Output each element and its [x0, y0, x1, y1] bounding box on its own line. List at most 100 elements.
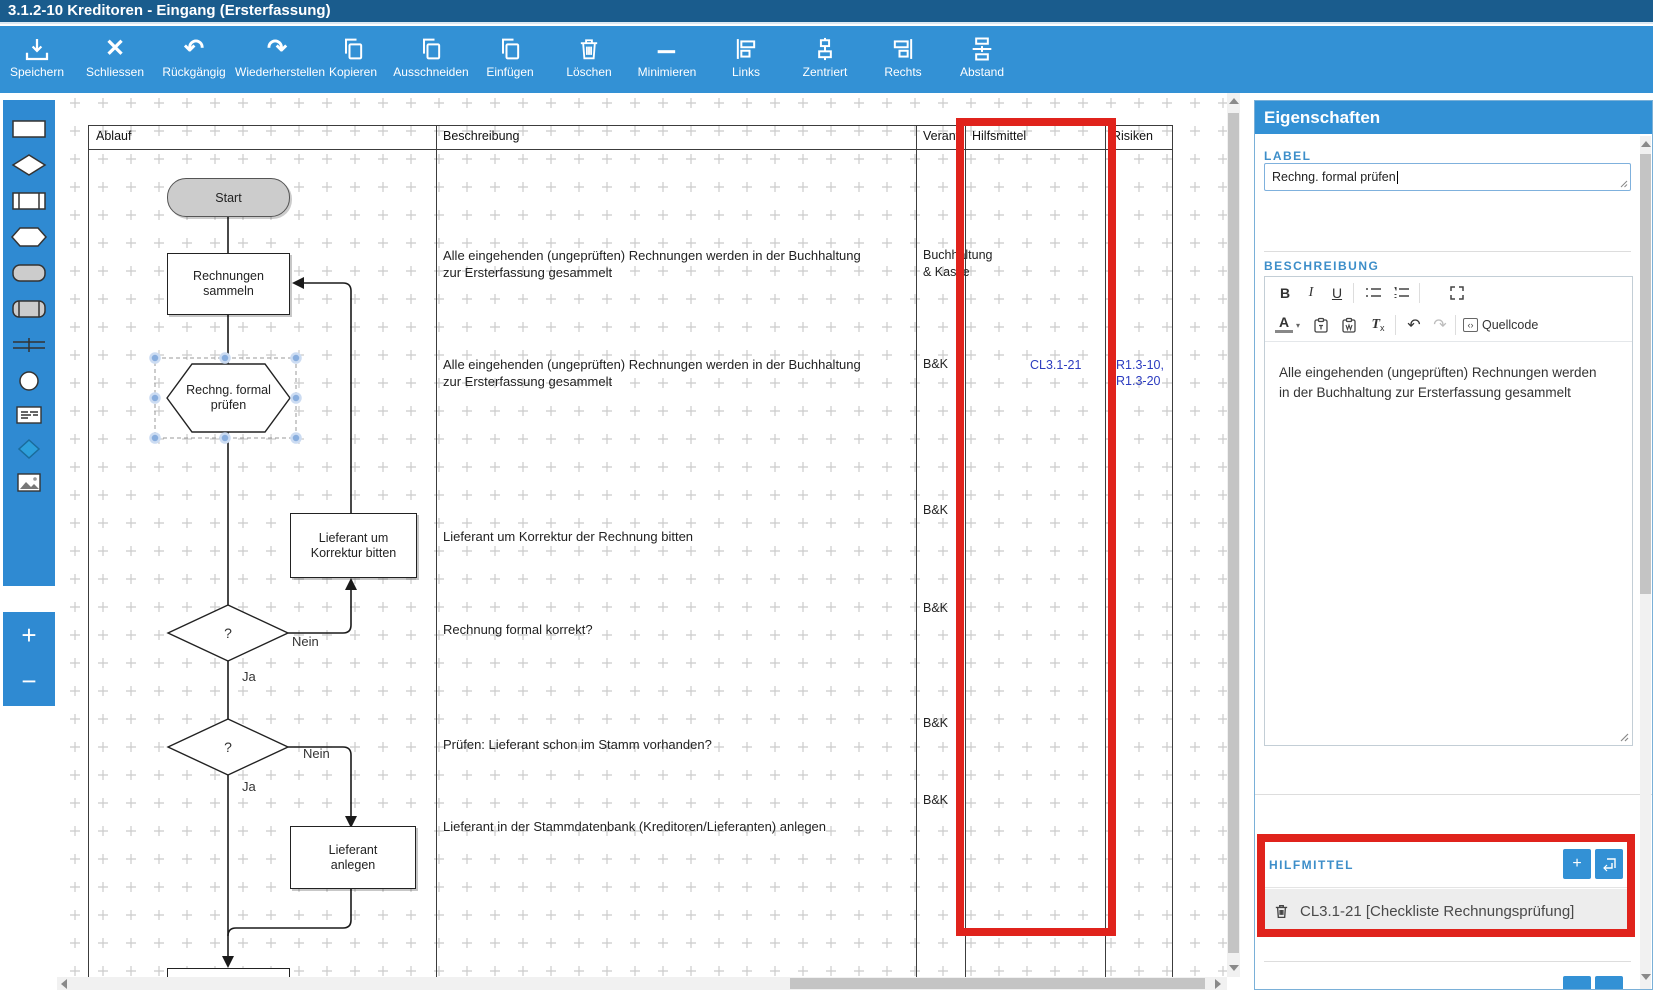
decision-1[interactable]: ? [166, 604, 290, 662]
diamond-shape-icon[interactable] [9, 152, 49, 178]
label-section-heading: LABEL [1264, 149, 1312, 163]
row3-verant: B&K [923, 503, 949, 517]
align-left-button[interactable]: Links [704, 32, 788, 90]
diagram-canvas[interactable]: Ablauf Beschreibung Verant. Hilfsmittel … [57, 93, 1227, 977]
minimize-icon [625, 32, 709, 66]
paste-icon [468, 32, 552, 66]
panel-scroll-thumb[interactable] [1640, 154, 1651, 594]
close-icon: ✕ [104, 35, 126, 62]
app-window: 3.1.2-10 Kreditoren - Eingang (Ersterfas… [0, 0, 1653, 990]
underline-button[interactable]: U [1327, 282, 1347, 304]
cut-icon [389, 32, 473, 66]
editor-redo-icon[interactable]: ↷ [1429, 314, 1451, 336]
save-button[interactable]: Speichern [0, 32, 79, 90]
edge-label-nein-2: Nein [303, 746, 330, 761]
create-supplier-node[interactable]: Lieferant anlegen [290, 826, 416, 889]
italic-button[interactable]: I [1301, 282, 1321, 304]
start-node[interactable]: Start [167, 178, 290, 217]
scroll-left-arrow[interactable] [61, 978, 67, 989]
circle-shape-icon[interactable] [9, 368, 49, 394]
paste-button[interactable]: Einfügen [468, 32, 552, 90]
row5-verant: B&K [923, 716, 949, 730]
small-diamond-shape-icon[interactable] [9, 436, 49, 462]
text-color-button[interactable]: A [1275, 314, 1293, 333]
editor-resize-grip[interactable] [1618, 731, 1629, 742]
align-left-icon [704, 32, 788, 66]
row4-beschreibung: Rechnung formal korrekt? [443, 622, 593, 637]
row6-beschreibung: Lieferant in der Stammdatenbank (Kredito… [443, 819, 827, 834]
paste-word-icon[interactable] [1337, 314, 1361, 336]
undo-button[interactable]: ↶ Rückgängig [152, 32, 236, 90]
align-right-icon [861, 32, 945, 66]
close-button[interactable]: ✕ Schliessen [73, 32, 157, 90]
scroll-down-arrow[interactable] [1228, 965, 1239, 971]
quellcode-button[interactable]: ‹› Quellcode [1463, 314, 1593, 336]
bold-button[interactable]: B [1275, 282, 1295, 304]
rounded-process-shape-icon[interactable] [9, 296, 49, 322]
editor-undo-icon[interactable]: ↶ [1403, 314, 1425, 336]
save-icon [0, 32, 79, 66]
beschreibung-section-heading: BESCHREIBUNG [1264, 259, 1380, 273]
hilfsmittel-column-annotation [956, 118, 1116, 936]
copy-button[interactable]: Kopieren [311, 32, 395, 90]
ask-correction-node[interactable]: Lieferant um Korrektur bitten [290, 513, 417, 578]
toolbar-separator [1353, 283, 1354, 303]
zoom-out-button[interactable]: − [3, 662, 55, 702]
canvas-horizontal-scrollbar[interactable] [57, 977, 1227, 990]
image-shape-icon[interactable] [9, 470, 49, 496]
align-center-button[interactable]: Zentriert [783, 32, 867, 90]
row2-risiken-links[interactable]: R1.3-10, R1.3-20 [1116, 357, 1164, 389]
decision-2[interactable]: ? [166, 718, 290, 776]
panel-scrollbar[interactable] [1640, 136, 1651, 989]
toolbar-separator [1419, 283, 1420, 303]
properties-panel-header: Eigenschaften [1255, 101, 1652, 134]
zoom-in-button[interactable]: + [3, 616, 55, 656]
predefined-process-shape-icon[interactable] [9, 188, 49, 214]
text-color-caret[interactable]: ▾ [1293, 314, 1303, 336]
row2-beschreibung: Alle eingehenden (ungeprüften) Rechnunge… [443, 357, 861, 389]
canvas-vertical-scrollbar[interactable] [1227, 93, 1240, 977]
canvas-zoom-controls: + − [3, 612, 55, 706]
paste-text-icon[interactable] [1309, 314, 1333, 336]
next-section-add-button[interactable] [1563, 976, 1591, 989]
collect-invoices-node[interactable]: Rechnungen sammeln [167, 253, 290, 315]
maximize-icon[interactable] [1445, 282, 1469, 304]
cut-button[interactable]: Ausschneiden [389, 32, 473, 90]
input-resize-grip[interactable] [1618, 178, 1628, 188]
vertical-scroll-thumb[interactable] [1228, 113, 1239, 953]
row5-beschreibung: Prüfen: Lieferant schon im Stamm vorhand… [443, 737, 712, 752]
text-caret [1396, 171, 1398, 185]
redo-icon: ↷ [266, 35, 288, 62]
panel-scroll-up-arrow[interactable] [1640, 141, 1651, 147]
minimize-button[interactable]: Minimieren [625, 32, 709, 90]
spacing-icon [940, 32, 1024, 66]
double-line-shape-icon[interactable] [9, 332, 49, 358]
next-node-partial[interactable] [167, 968, 290, 977]
toolbar-separator [1455, 315, 1456, 335]
note-shape-icon[interactable] [9, 402, 49, 428]
panel-scroll-down-arrow[interactable] [1640, 974, 1651, 980]
label-input[interactable]: Rechng. formal prüfen [1264, 163, 1631, 191]
horizontal-scroll-thumb[interactable] [790, 978, 1205, 989]
next-section-assign-button[interactable] [1595, 976, 1623, 989]
delete-button[interactable]: Löschen [547, 32, 631, 90]
editor-content[interactable]: Alle eingehenden (ungeprüften) Rechnunge… [1279, 363, 1597, 403]
svg-text:?: ? [224, 739, 232, 755]
rectangle-shape-icon[interactable] [9, 116, 49, 142]
toolbar-separator [1395, 315, 1396, 335]
bullet-list-icon[interactable] [1361, 282, 1385, 304]
hexagon-shape-icon[interactable] [9, 224, 49, 250]
row3-beschreibung: Lieferant um Korrektur der Rechnung bitt… [443, 529, 694, 544]
align-right-button[interactable]: Rechts [861, 32, 945, 90]
hilfsmittel-section-annotation [1257, 834, 1635, 937]
source-code-icon: ‹› [1463, 318, 1478, 332]
spacing-button[interactable]: Abstand [940, 32, 1024, 90]
rounded-rectangle-shape-icon[interactable] [9, 260, 49, 286]
redo-button[interactable]: ↷ Wiederherstellen [235, 32, 325, 90]
remove-format-icon[interactable]: Tx [1365, 314, 1391, 336]
window-title: 3.1.2-10 Kreditoren - Eingang (Ersterfas… [0, 0, 1653, 24]
scroll-up-arrow[interactable] [1228, 98, 1239, 104]
edge-label-nein-1: Nein [292, 634, 319, 649]
scroll-right-arrow[interactable] [1215, 978, 1221, 989]
numbered-list-icon[interactable] [1389, 282, 1413, 304]
